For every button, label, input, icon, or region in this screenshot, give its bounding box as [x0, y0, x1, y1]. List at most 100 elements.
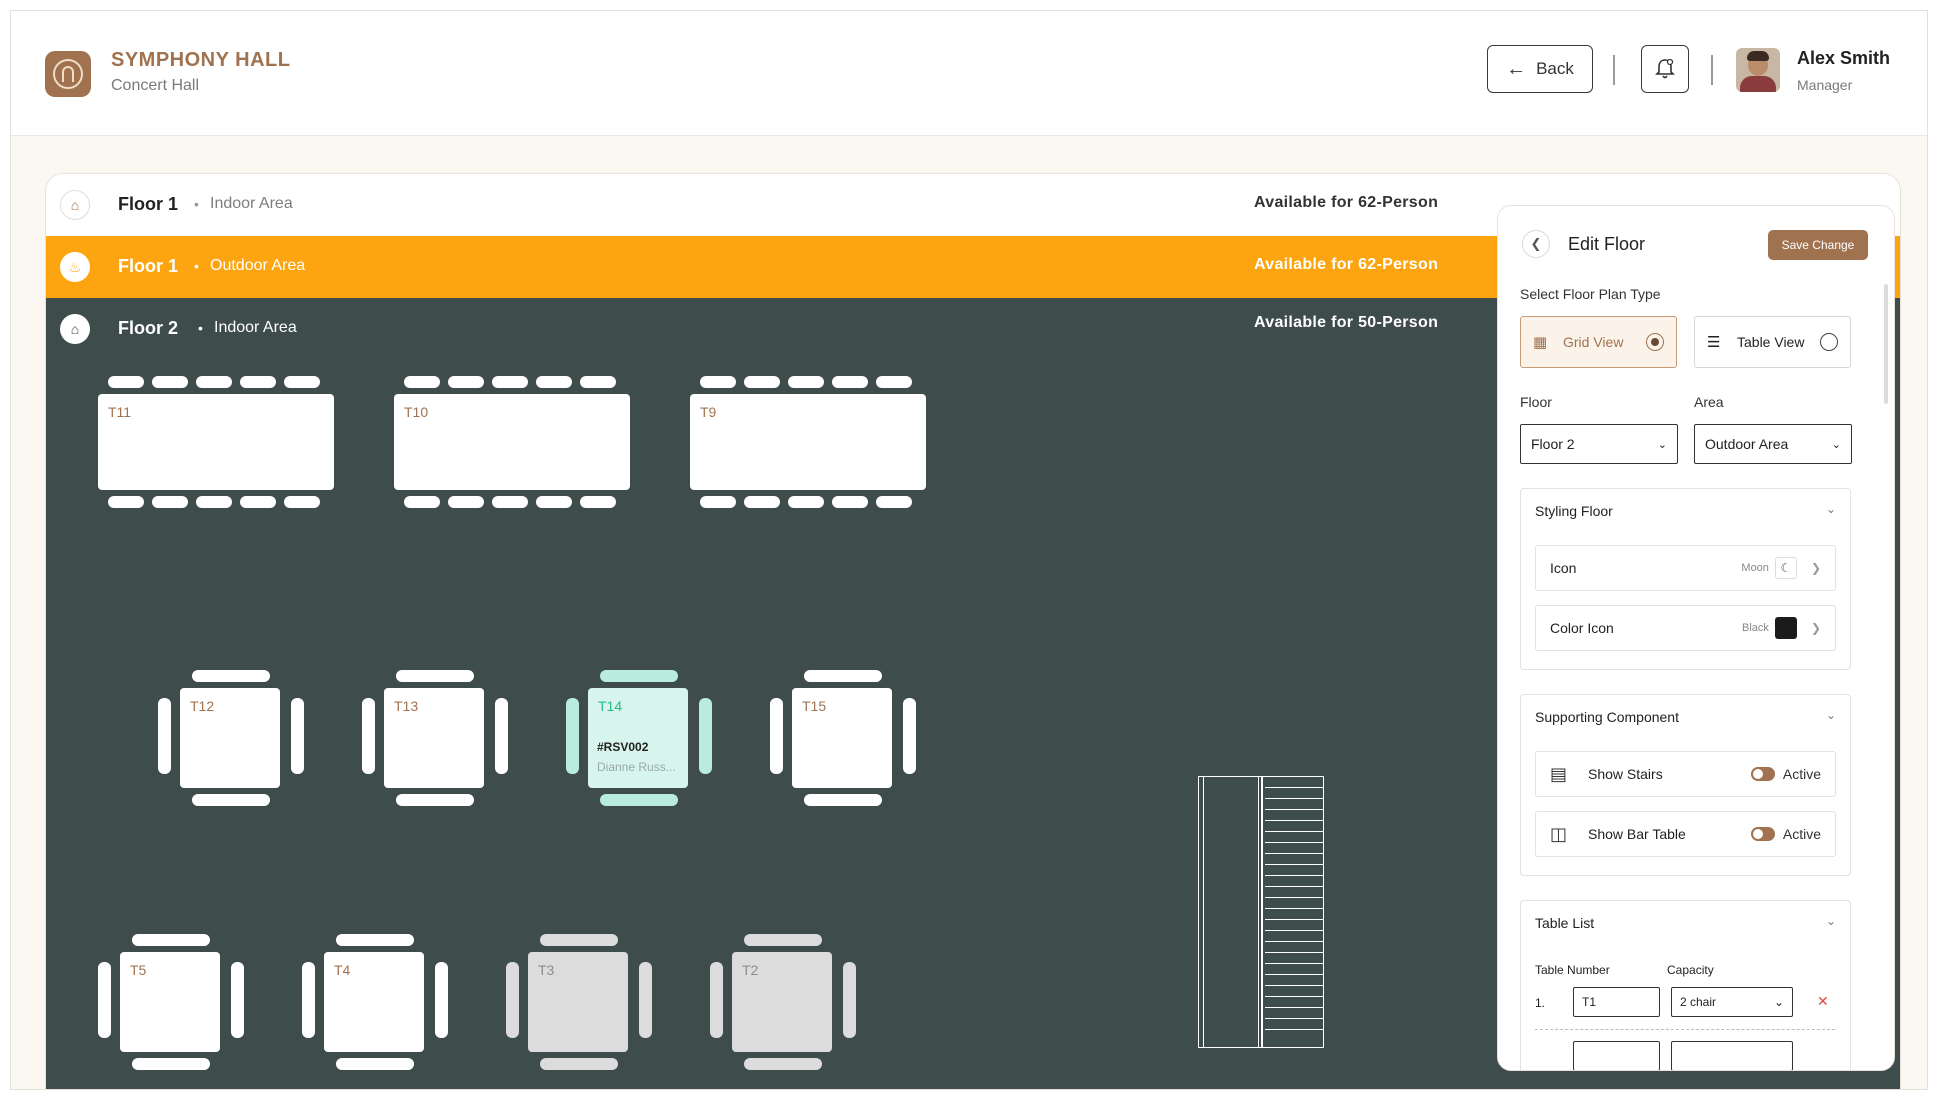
- long-table-t10[interactable]: T10: [394, 376, 630, 508]
- floor-area: Indoor Area: [214, 319, 297, 336]
- chair: [536, 376, 572, 388]
- panel-scrollbar[interactable]: [1884, 284, 1888, 404]
- table-label: T9: [700, 404, 717, 420]
- delete-row-icon[interactable]: ✕: [1817, 993, 1829, 1010]
- edit-floor-panel: ❮ Edit Floor Save Change Select Floor Pl…: [1497, 205, 1895, 1071]
- table-number-input[interactable]: T1: [1573, 987, 1660, 1017]
- supporting-component-section: Supporting Component ⌄ ▤ Show Stairs Act…: [1520, 694, 1851, 876]
- chair: [540, 1058, 618, 1070]
- table-top: T11: [98, 394, 334, 490]
- chair: [699, 698, 712, 774]
- chair: [876, 496, 912, 508]
- reservation-code: #RSV002: [597, 740, 649, 754]
- square-table-t3[interactable]: T3: [506, 934, 652, 1070]
- stair-step: [1265, 996, 1323, 997]
- area-label: Area: [1694, 394, 1724, 410]
- area-select-value: Outdoor Area: [1705, 436, 1789, 452]
- chair: [770, 698, 783, 774]
- chevron-down-icon[interactable]: ⌄: [1826, 914, 1836, 928]
- table-label: T14: [598, 698, 623, 714]
- chair: [132, 934, 210, 946]
- table-top: T9: [690, 394, 926, 490]
- table-label: T2: [742, 962, 759, 978]
- layers-icon: ☰: [1707, 334, 1721, 351]
- chair: [231, 962, 244, 1038]
- stair-step: [1265, 886, 1323, 887]
- capacity-select[interactable]: [1671, 1041, 1793, 1070]
- table-view-option[interactable]: ☰ Table View: [1694, 316, 1851, 368]
- stair-step: [1265, 1018, 1323, 1019]
- chair: [196, 496, 232, 508]
- chair: [448, 376, 484, 388]
- square-table-t5[interactable]: T5: [98, 934, 244, 1070]
- floor-availability: Available for 62-Person: [1254, 194, 1439, 211]
- chair: [291, 698, 304, 774]
- chair: [876, 376, 912, 388]
- moon-icon: ☾: [1774, 557, 1797, 579]
- chevron-right-icon: ❯: [1810, 621, 1821, 635]
- floor-select[interactable]: Floor 2 ⌄: [1520, 424, 1678, 464]
- floor-label: Floor: [1520, 394, 1552, 410]
- panel-back-button[interactable]: ❮: [1522, 230, 1550, 258]
- table-top: T4: [324, 952, 424, 1052]
- grid-view-option[interactable]: ▦ Grid View: [1520, 316, 1677, 368]
- floor-availability: Available for 50-Person: [1254, 314, 1439, 331]
- show-stairs-status: Active: [1782, 766, 1821, 782]
- square-table-t14-reserved[interactable]: T14 #RSV002 Dianne Russ...: [566, 670, 712, 806]
- show-bar-table-status: Active: [1782, 826, 1821, 842]
- stair-step: [1265, 1029, 1323, 1030]
- chair: [492, 376, 528, 388]
- table-label: T15: [802, 698, 827, 714]
- chair: [192, 794, 270, 806]
- square-table-t15[interactable]: T15: [770, 670, 916, 806]
- stair-step: [1265, 798, 1323, 799]
- chair: [744, 1058, 822, 1070]
- long-table-t11[interactable]: T11: [98, 376, 334, 508]
- separator-dot: •: [194, 258, 199, 274]
- save-change-button[interactable]: Save Change: [1768, 230, 1868, 260]
- square-table-t12[interactable]: T12: [158, 670, 304, 806]
- table-top: T12: [180, 688, 280, 788]
- chevron-down-icon[interactable]: ⌄: [1826, 708, 1836, 722]
- back-button[interactable]: ← Back: [1487, 45, 1593, 93]
- square-table-t4[interactable]: T4: [302, 934, 448, 1070]
- avatar[interactable]: [1736, 48, 1780, 92]
- table-top: T5: [120, 952, 220, 1052]
- chair: [302, 962, 315, 1038]
- user-role: Manager: [1797, 77, 1853, 93]
- stairs-rail: [1199, 777, 1263, 1047]
- chair: [903, 698, 916, 774]
- area-select[interactable]: Outdoor Area ⌄: [1694, 424, 1852, 464]
- capacity-select[interactable]: 2 chair ⌄: [1671, 987, 1793, 1017]
- chevron-down-icon[interactable]: ⌄: [1826, 502, 1836, 516]
- notification-button[interactable]: [1641, 45, 1689, 93]
- stair-step: [1265, 787, 1323, 788]
- floor-area: Outdoor Area: [210, 257, 306, 274]
- section-title: Table List: [1535, 915, 1595, 931]
- table-label: T11: [108, 404, 132, 420]
- table-top: T2: [732, 952, 832, 1052]
- square-table-t2[interactable]: T2: [710, 934, 856, 1070]
- chair: [506, 962, 519, 1038]
- chair: [396, 794, 474, 806]
- show-stairs-toggle[interactable]: [1750, 767, 1775, 781]
- long-table-t9[interactable]: T9: [690, 376, 926, 508]
- table-view-radio[interactable]: [1820, 333, 1838, 351]
- table-number-input[interactable]: [1573, 1041, 1660, 1070]
- chevron-down-icon: ⌄: [1831, 438, 1841, 451]
- chair: [843, 962, 856, 1038]
- venue-name: SYMPHONY HALL: [111, 49, 291, 71]
- chair: [744, 496, 780, 508]
- grid-view-radio[interactable]: [1646, 333, 1664, 351]
- color-icon-setting-row[interactable]: Color Icon Black ❯: [1535, 605, 1836, 651]
- square-table-t13[interactable]: T13: [362, 670, 508, 806]
- floor-name: Floor 2: [118, 318, 179, 338]
- table-label: T4: [334, 962, 351, 978]
- show-bar-table-toggle[interactable]: [1750, 827, 1775, 841]
- chevron-down-icon: ⌄: [1657, 438, 1667, 451]
- table-top: T14 #RSV002 Dianne Russ...: [588, 688, 688, 788]
- stairs[interactable]: [1198, 776, 1324, 1048]
- icon-setting-row[interactable]: Icon Moon ☾ ❯: [1535, 545, 1836, 591]
- table-label: T3: [538, 962, 555, 978]
- stair-step: [1265, 963, 1323, 964]
